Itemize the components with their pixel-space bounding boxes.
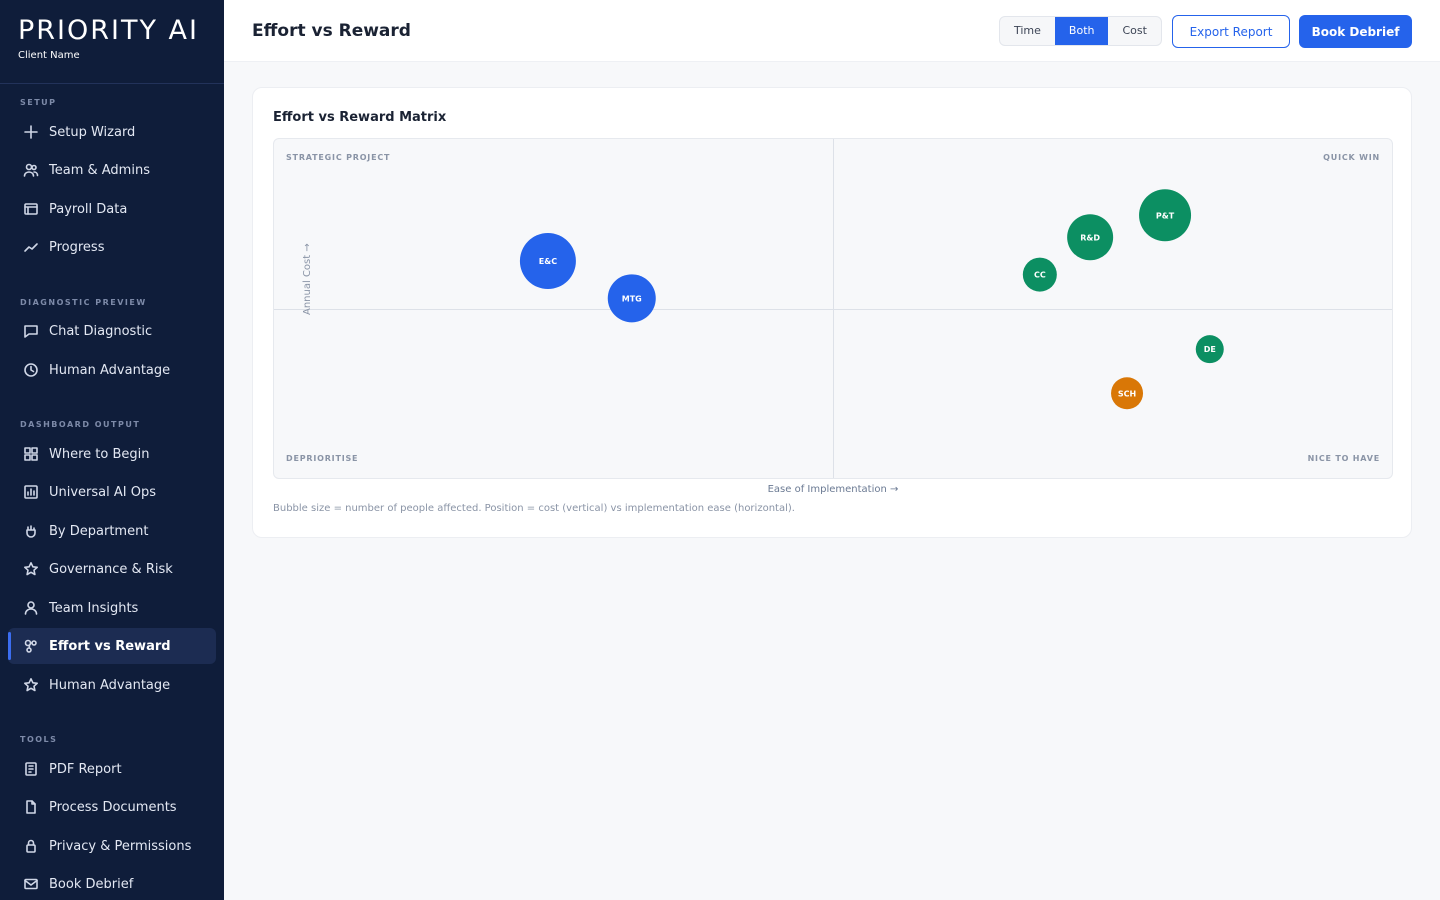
sidebar-item-universal-ai-ops[interactable]: Universal AI Ops	[8, 474, 216, 510]
bubble-cc[interactable]: CC	[1022, 257, 1057, 292]
bubble-pt[interactable]: P&T	[1139, 189, 1192, 242]
star-icon	[22, 676, 40, 694]
sidebar-item-effort-vs-reward[interactable]: Effort vs Reward	[8, 628, 216, 664]
nodes-icon	[22, 637, 40, 655]
client-name: Client Name	[18, 50, 80, 61]
page-title: Effort vs Reward	[252, 21, 411, 41]
report-icon	[22, 760, 40, 778]
document-icon	[22, 798, 40, 816]
x-axis-label: Ease of Implementation →	[767, 484, 899, 495]
card-title: Effort vs Reward Matrix	[273, 110, 447, 125]
sidebar-item-label: Governance & Risk	[49, 561, 173, 577]
toggle-cost[interactable]: Cost	[1108, 17, 1160, 45]
sidebar-item-label: Team Insights	[49, 600, 139, 616]
sidebar-item-label: Human Advantage	[49, 677, 171, 693]
bubble-layer: E&C MTG CC R&D P&T DE SCH	[519, 189, 1224, 410]
sidebar-item-chat-diagnostic[interactable]: Chat Diagnostic	[8, 313, 216, 349]
sidebar-item-process-documents[interactable]: Process Documents	[8, 789, 216, 825]
chat-icon	[22, 322, 40, 340]
sidebar-item-label: Chat Diagnostic	[49, 323, 153, 339]
sidebar-item-book-debrief[interactable]: Book Debrief	[8, 866, 216, 900]
bubble-de[interactable]: DE	[1195, 335, 1224, 364]
sidebar-item-progress[interactable]: Progress	[8, 229, 216, 265]
footnote: Bubble size = number of people affected.…	[273, 503, 795, 514]
sidebar-item-governance-risk[interactable]: Governance & Risk	[8, 551, 216, 587]
sidebar-item-human-advantage[interactable]: Human Advantage	[8, 667, 216, 703]
bubble-rd[interactable]: R&D	[1067, 214, 1114, 261]
sidebar-item-label: Setup Wizard	[49, 124, 136, 140]
export-report-button[interactable]: Export Report	[1172, 15, 1290, 48]
bubble-label: P&T	[1156, 211, 1175, 220]
bubble-label: E&C	[539, 257, 557, 266]
sidebar-item-team-insights[interactable]: Team Insights	[8, 590, 216, 626]
sidebar-item-by-department[interactable]: By Department	[8, 513, 216, 549]
sidebar-item-label: Human Advantage	[49, 362, 171, 378]
sidebar-item-label: Team & Admins	[49, 162, 150, 178]
grid-icon	[22, 445, 40, 463]
chart-icon	[22, 483, 40, 501]
sidebar-item-label: Privacy & Permissions	[49, 838, 192, 854]
lock-icon	[22, 837, 40, 855]
bubble-mtg[interactable]: MTG	[607, 274, 656, 323]
table-icon	[22, 200, 40, 218]
matrix-card: Effort vs Reward Matrix STRATEGIC PROJEC…	[252, 87, 1412, 538]
sidebar-item-label: Book Debrief	[49, 876, 134, 892]
sidebar-item-team-admins[interactable]: Team & Admins	[8, 152, 216, 188]
bubble-ec[interactable]: E&C	[519, 233, 576, 290]
sidebar-item-payroll-data[interactable]: Payroll Data	[8, 191, 216, 227]
effort-reward-matrix: STRATEGIC PROJECT QUICK WIN DEPRIORITISE…	[273, 138, 1393, 479]
top-header: Effort vs Reward Time Both Cost Export R…	[224, 0, 1440, 62]
sidebar-item-setup-wizard[interactable]: Setup Wizard	[8, 114, 216, 150]
hand-icon	[22, 522, 40, 540]
trend-icon	[22, 238, 40, 256]
sidebar-item-label: Progress	[49, 239, 105, 255]
mail-icon	[22, 875, 40, 893]
time-cost-toggle: Time Both Cost	[999, 16, 1162, 46]
sidebar: PRIORITY AI Client Name SETUP Setup Wiza…	[0, 0, 224, 900]
sidebar-item-label: Payroll Data	[49, 201, 128, 217]
sidebar-item-human-advantage-preview[interactable]: Human Advantage	[8, 352, 216, 388]
toggle-both[interactable]: Both	[1054, 17, 1109, 45]
book-debrief-button[interactable]: Book Debrief	[1299, 15, 1412, 48]
bubble-label: DE	[1204, 345, 1216, 354]
section-label-diagnostic: DIAGNOSTIC PREVIEW	[20, 298, 147, 307]
sidebar-item-pdf-report[interactable]: PDF Report	[8, 751, 216, 787]
sidebar-item-label: PDF Report	[49, 761, 122, 777]
sidebar-item-label: Universal AI Ops	[49, 484, 157, 500]
bubble-label: CC	[1034, 271, 1046, 280]
sidebar-item-where-to-begin[interactable]: Where to Begin	[8, 436, 216, 472]
bubble-label: R&D	[1080, 233, 1100, 242]
user-icon	[22, 599, 40, 617]
sidebar-item-label: Effort vs Reward	[49, 638, 171, 654]
clock-icon	[22, 361, 40, 379]
users-icon	[22, 161, 40, 179]
sidebar-item-label: By Department	[49, 523, 149, 539]
star-icon	[22, 560, 40, 578]
plus-icon	[22, 123, 40, 141]
sidebar-item-label: Process Documents	[49, 799, 177, 815]
brand-title: PRIORITY AI	[18, 15, 199, 46]
bubble-sch[interactable]: SCH	[1111, 377, 1144, 410]
section-label-dashboard: DASHBOARD OUTPUT	[20, 420, 141, 429]
brand: PRIORITY AI Client Name	[0, 0, 224, 84]
bubble-label: MTG	[622, 294, 642, 303]
toggle-time[interactable]: Time	[1000, 17, 1055, 45]
bubble-label: SCH	[1118, 389, 1136, 398]
section-label-setup: SETUP	[20, 98, 57, 107]
section-label-tools: TOOLS	[20, 735, 58, 744]
sidebar-item-label: Where to Begin	[49, 446, 150, 462]
sidebar-item-privacy-permissions[interactable]: Privacy & Permissions	[8, 828, 216, 864]
